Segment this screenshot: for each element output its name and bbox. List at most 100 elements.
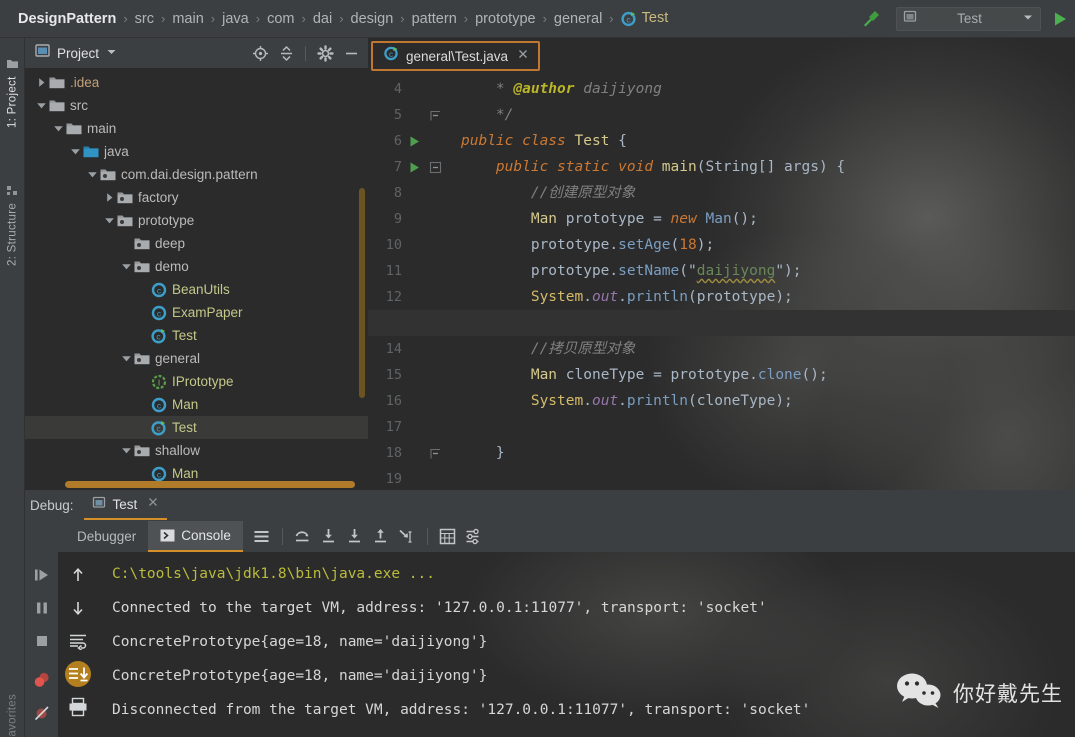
gutter-line-15[interactable]: 15	[368, 362, 453, 388]
code-area[interactable]: 45678910111213141516171819 * @author dai…	[368, 74, 1075, 490]
close-icon[interactable]	[147, 495, 159, 513]
collapse-all-icon[interactable]	[275, 42, 297, 64]
tree-node-com-dai-design-pattern[interactable]: com.dai.design.pattern	[25, 163, 368, 186]
hammer-build-icon[interactable]	[854, 4, 888, 34]
gutter-line-8[interactable]: 8	[368, 180, 453, 206]
code-line-17[interactable]	[453, 414, 1075, 440]
mute-breakpoints-icon[interactable]	[25, 696, 58, 729]
chevron-down-icon[interactable]	[120, 260, 133, 273]
fold-marker-icon[interactable]	[424, 161, 446, 174]
breadcrumb-item-designpattern[interactable]: DesignPattern	[18, 11, 116, 27]
chevron-down-icon[interactable]	[69, 145, 82, 158]
gutter-line-10[interactable]: 10	[368, 232, 453, 258]
gutter-line-18[interactable]: 18	[368, 440, 453, 466]
breadcrumb-item-test[interactable]: c Test	[621, 10, 668, 28]
code-line-15[interactable]: Man cloneType = prototype.clone();	[453, 362, 1075, 388]
project-tree[interactable]: .idea src main java com.dai.design.pattern fa…	[25, 68, 368, 490]
breadcrumb-item-java[interactable]: java	[222, 11, 249, 27]
evaluate-expression-icon[interactable]	[435, 523, 461, 549]
tree-node-java[interactable]: java	[25, 140, 368, 163]
gutter-line-16[interactable]: 16	[368, 388, 453, 414]
editor-code-lines[interactable]: * @author daijiyong */ public class Test …	[368, 74, 1075, 490]
sidebar-item-structure[interactable]: 2: Structure	[0, 160, 25, 270]
chevron-down-icon[interactable]	[106, 44, 117, 62]
tree-node-deep[interactable]: deep	[25, 232, 368, 255]
debug-session-tab[interactable]: Test	[83, 491, 168, 520]
gutter-line-17[interactable]: 17	[368, 414, 453, 440]
step-out-icon[interactable]	[368, 523, 394, 549]
gutter-line-19[interactable]: 19	[368, 466, 453, 490]
debug-settings-icon[interactable]	[461, 523, 487, 549]
tree-node-general[interactable]: general	[25, 347, 368, 370]
tab-debugger[interactable]: Debugger	[65, 521, 148, 552]
breadcrumb-item-prototype[interactable]: prototype	[475, 11, 535, 27]
code-line-16[interactable]: System.out.println(cloneType);	[453, 388, 1075, 414]
tree-node-src[interactable]: src	[25, 94, 368, 117]
code-line-6[interactable]: public class Test {	[453, 128, 1075, 154]
code-line-5[interactable]: */	[453, 102, 1075, 128]
breadcrumb-item-src[interactable]: src	[135, 11, 154, 27]
code-line-10[interactable]: prototype.setAge(18);	[453, 232, 1075, 258]
editor-gutter[interactable]: 45678910111213141516171819	[368, 74, 453, 490]
chevron-down-icon[interactable]	[120, 444, 133, 457]
gutter-line-4[interactable]: 4	[368, 76, 453, 102]
chevron-right-icon[interactable]	[35, 76, 48, 89]
code-line-7[interactable]: public static void main(String[] args) {	[453, 154, 1075, 180]
tree-node-demo[interactable]: demo	[25, 255, 368, 278]
tree-node-factory[interactable]: factory	[25, 186, 368, 209]
breadcrumb-item-design[interactable]: design	[351, 11, 394, 27]
code-line-18[interactable]: }	[453, 440, 1075, 466]
fold-marker-icon[interactable]	[424, 109, 446, 122]
code-line-13[interactable]	[368, 310, 1075, 336]
gutter-line-7[interactable]: 7	[368, 154, 453, 180]
fold-marker-icon[interactable]	[424, 447, 446, 460]
pause-program-icon[interactable]	[25, 591, 58, 624]
gutter-line-5[interactable]: 5	[368, 102, 453, 128]
editor-tab-test-java[interactable]: c general\Test.java	[371, 41, 541, 71]
console-output[interactable]: C:\tools\java\jdk1.8\bin\java.exe ... Con…	[98, 552, 1075, 737]
tree-node--idea[interactable]: .idea	[25, 71, 368, 94]
gutter-line-9[interactable]: 9	[368, 206, 453, 232]
run-play-icon[interactable]	[1045, 4, 1075, 34]
project-tree-horizontal-scrollbar[interactable]	[65, 481, 355, 488]
gutter-line-12[interactable]: 12	[368, 284, 453, 310]
gutter-line-11[interactable]: 11	[368, 258, 453, 284]
force-step-into-icon[interactable]	[342, 523, 368, 549]
breadcrumb-item-dai[interactable]: dai	[313, 11, 332, 27]
breadcrumb-item-main[interactable]: main	[172, 11, 203, 27]
close-icon[interactable]	[517, 47, 529, 65]
gutter-line-14[interactable]: 14	[368, 336, 453, 362]
resume-program-icon[interactable]	[25, 558, 58, 591]
scroll-up-icon[interactable]	[58, 558, 98, 591]
chevron-down-icon[interactable]	[35, 99, 48, 112]
run-gutter-icon[interactable]	[404, 161, 424, 174]
chevron-right-icon[interactable]	[103, 191, 116, 204]
step-into-icon[interactable]	[316, 523, 342, 549]
tree-node-iprototype[interactable]: I IPrototype	[25, 370, 368, 393]
gutter-line-6[interactable]: 6	[368, 128, 453, 154]
tree-node-beanutils[interactable]: c BeanUtils	[25, 278, 368, 301]
breadcrumb[interactable]: DesignPattern › src › main › java › com › dai › desi…	[0, 0, 668, 37]
tree-node-shallow[interactable]: shallow	[25, 439, 368, 462]
scroll-down-icon[interactable]	[58, 591, 98, 624]
locate-target-icon[interactable]	[249, 42, 271, 64]
scroll-to-end-icon[interactable]	[58, 657, 98, 690]
chevron-down-icon[interactable]	[52, 122, 65, 135]
stop-program-icon[interactable]	[25, 624, 58, 657]
breadcrumb-item-pattern[interactable]: pattern	[412, 11, 457, 27]
run-to-cursor-icon[interactable]	[394, 523, 420, 549]
sidebar-item-project[interactable]: 1: Project	[0, 42, 25, 132]
step-over-icon[interactable]	[290, 523, 316, 549]
chevron-down-icon[interactable]	[86, 168, 99, 181]
chevron-down-icon[interactable]	[120, 352, 133, 365]
tree-node-main[interactable]: main	[25, 117, 368, 140]
code-line-11[interactable]: prototype.setName("daijiyong");	[453, 258, 1075, 284]
tab-console[interactable]: Console	[148, 520, 243, 552]
run-gutter-icon[interactable]	[404, 135, 424, 148]
gear-icon[interactable]	[314, 42, 336, 64]
show-execution-point-icon[interactable]	[249, 523, 275, 549]
chevron-down-icon[interactable]	[103, 214, 116, 227]
code-line-4[interactable]: * @author daijiyong	[453, 76, 1075, 102]
project-tree-vertical-scrollbar[interactable]	[359, 188, 365, 398]
minimize-icon[interactable]	[340, 42, 362, 64]
